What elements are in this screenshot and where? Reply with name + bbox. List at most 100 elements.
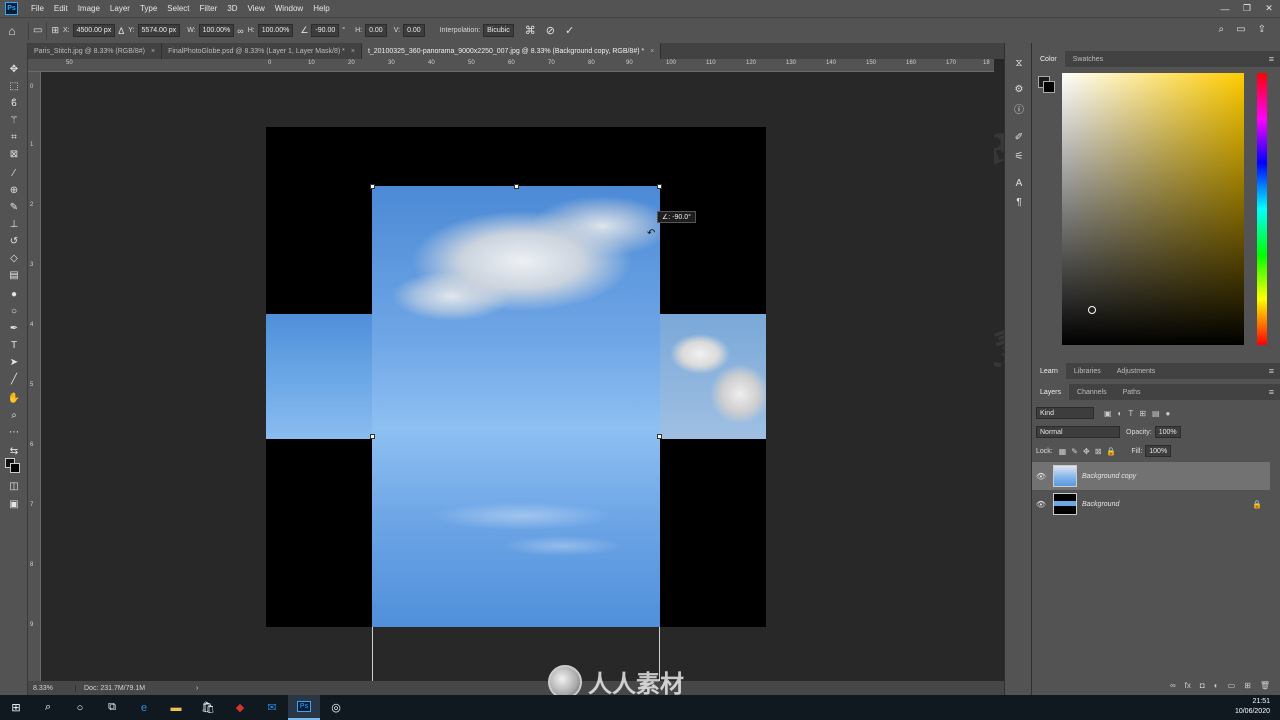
- doc-size-info[interactable]: Doc: 231.7M/79.1M: [76, 685, 176, 692]
- background-color-swatch[interactable]: [10, 463, 20, 473]
- crop-tool-icon[interactable]: ⌗: [6, 131, 22, 145]
- visibility-eye-icon[interactable]: 👁: [1032, 472, 1050, 481]
- layer-kind-filter[interactable]: Kind: [1036, 407, 1094, 419]
- properties-icon[interactable]: ⚙: [1012, 83, 1026, 97]
- vertical-ruler[interactable]: 0 1 2 3 4 5 6 7 8 9: [28, 72, 41, 681]
- hue-slider[interactable]: [1257, 73, 1267, 345]
- tab-color[interactable]: Color: [1032, 51, 1065, 67]
- pen-tool-icon[interactable]: ✒: [6, 322, 22, 336]
- more-tools-icon[interactable]: ⋯: [6, 426, 22, 440]
- obs-icon[interactable]: ◎: [320, 695, 352, 720]
- blur-tool-icon[interactable]: ●: [6, 288, 22, 302]
- close-window-button[interactable]: ✕: [1258, 3, 1280, 14]
- transform-handle-right[interactable]: [657, 434, 662, 439]
- color-picker-marker[interactable]: [1088, 306, 1096, 314]
- menu-image[interactable]: Image: [73, 4, 105, 13]
- menu-edit[interactable]: Edit: [49, 4, 73, 13]
- photoshop-taskbar-icon[interactable]: Ps: [288, 695, 320, 720]
- tab-learn[interactable]: Learn: [1032, 363, 1066, 379]
- fill-field[interactable]: 100%: [1145, 445, 1172, 457]
- lasso-tool-icon[interactable]: ϐ: [6, 97, 22, 111]
- tab-final-photo-globe[interactable]: FinalPhotoGlobe.psd @ 8.33% (Layer 1, La…: [162, 43, 362, 59]
- search-icon[interactable]: ⌕: [1219, 24, 1225, 35]
- angle-field[interactable]: -90.00: [311, 24, 340, 37]
- history-brush-tool-icon[interactable]: ↺: [6, 235, 22, 249]
- interpolation-select[interactable]: Bicubic: [483, 24, 514, 37]
- line-tool-icon[interactable]: ╱: [6, 373, 22, 387]
- mail-icon[interactable]: ✉: [256, 695, 288, 720]
- panel-menu-icon[interactable]: ≡: [1269, 366, 1274, 376]
- new-group-icon[interactable]: ▭: [1228, 681, 1236, 690]
- warp-icon[interactable]: ⌘: [525, 24, 536, 37]
- tab-panorama[interactable]: t_20100325_360-panorama_9000x2250_007.jp…: [361, 43, 662, 59]
- task-view-icon[interactable]: ⧉: [96, 695, 128, 720]
- character-icon[interactable]: A: [1012, 177, 1026, 191]
- transform-handle-top-left[interactable]: [370, 184, 375, 189]
- brush-tool-icon[interactable]: ✎: [6, 201, 22, 215]
- lock-icons[interactable]: ▦✎✥⊠🔒: [1059, 447, 1122, 456]
- vskew-field[interactable]: 0.00: [403, 24, 425, 37]
- transform-handle-left[interactable]: [370, 434, 375, 439]
- menu-file[interactable]: File: [26, 4, 49, 13]
- layer-row-background-copy[interactable]: 👁 Background copy: [1032, 462, 1270, 490]
- hand-tool-icon[interactable]: ✋: [6, 392, 22, 406]
- zoom-tool-icon[interactable]: ⌕: [6, 409, 22, 423]
- adjustments-icon[interactable]: ⚟: [1012, 150, 1026, 164]
- link-icon[interactable]: ∞: [237, 26, 243, 36]
- document-canvas[interactable]: [266, 127, 766, 627]
- edge-browser-icon[interactable]: e: [128, 695, 160, 720]
- delta-icon[interactable]: Δ: [118, 26, 124, 36]
- home-icon[interactable]: ⌂: [0, 24, 24, 38]
- move-tool-icon[interactable]: ✥: [6, 63, 22, 77]
- eyedropper-tool-icon[interactable]: ⁄: [6, 167, 22, 181]
- transform-handle-top[interactable]: [514, 184, 519, 189]
- frame-tool-icon[interactable]: ⊠: [6, 148, 22, 162]
- tab-paths[interactable]: Paths: [1115, 384, 1149, 400]
- tab-swatches[interactable]: Swatches: [1065, 51, 1111, 67]
- blend-mode-select[interactable]: Normal: [1036, 426, 1120, 438]
- panel-menu-icon[interactable]: ≡: [1269, 387, 1274, 397]
- menu-filter[interactable]: Filter: [195, 4, 223, 13]
- y-position-field[interactable]: 5574.00 px: [137, 24, 181, 37]
- cortana-icon[interactable]: ○: [64, 695, 96, 720]
- adjustment-layer-icon[interactable]: ◐: [1214, 681, 1219, 690]
- photoshop-logo-icon[interactable]: Ps: [5, 2, 18, 15]
- zoom-level[interactable]: 8.33%: [28, 684, 76, 692]
- healing-brush-tool-icon[interactable]: ⊕: [6, 184, 22, 198]
- brush-settings-icon[interactable]: ✐: [1012, 131, 1026, 145]
- tab-close-icon[interactable]: ×: [650, 48, 654, 55]
- status-expand-arrow[interactable]: ›: [196, 685, 198, 692]
- menu-select[interactable]: Select: [162, 4, 194, 13]
- info-icon[interactable]: ⓘ: [1012, 104, 1026, 118]
- tab-close-icon[interactable]: ×: [351, 48, 355, 55]
- canvas-area[interactable]: ∠: -90.0° ↶: [41, 72, 994, 681]
- tab-paris-stitch[interactable]: Paris_Stitch.jpg @ 8.33% (RGB/8#) ×: [28, 43, 163, 59]
- menu-type[interactable]: Type: [135, 4, 162, 13]
- dodge-tool-icon[interactable]: ○: [6, 305, 22, 319]
- color-background-swatch[interactable]: [1043, 81, 1055, 93]
- menu-help[interactable]: Help: [308, 4, 334, 13]
- path-selection-tool-icon[interactable]: ➤: [6, 356, 22, 370]
- store-icon[interactable]: 🛍: [192, 695, 224, 720]
- paragraph-icon[interactable]: ¶: [1012, 196, 1026, 210]
- app-icon[interactable]: ◆: [224, 695, 256, 720]
- system-clock[interactable]: 21:51 10/06/2020: [1235, 697, 1270, 717]
- cancel-transform-icon[interactable]: ⊘: [546, 24, 555, 37]
- screen-mode-icon[interactable]: ▣: [6, 498, 22, 512]
- stamp-tool-icon[interactable]: ⊥: [6, 218, 22, 232]
- layer-filter-icons[interactable]: ▣◐T⊞▤●: [1104, 409, 1176, 418]
- add-mask-icon[interactable]: ◘: [1200, 681, 1205, 690]
- layer-style-icon[interactable]: fx: [1185, 681, 1191, 690]
- transformed-layer-background-copy[interactable]: [372, 186, 660, 627]
- quick-mask-icon[interactable]: ◫: [6, 480, 22, 494]
- new-layer-icon[interactable]: ⊞: [1244, 681, 1251, 690]
- layer-row-background[interactable]: 👁 Background 🔒: [1032, 490, 1270, 518]
- delete-layer-icon[interactable]: 🗑: [1260, 681, 1270, 690]
- workspace-icon[interactable]: ▭: [1236, 24, 1245, 35]
- width-field[interactable]: 100.00%: [198, 24, 235, 37]
- opacity-field[interactable]: 100%: [1154, 426, 1181, 438]
- menu-3d[interactable]: 3D: [222, 4, 242, 13]
- layer-name[interactable]: Background: [1082, 501, 1119, 508]
- layer-name[interactable]: Background copy: [1082, 473, 1136, 480]
- visibility-eye-icon[interactable]: 👁: [1032, 500, 1050, 509]
